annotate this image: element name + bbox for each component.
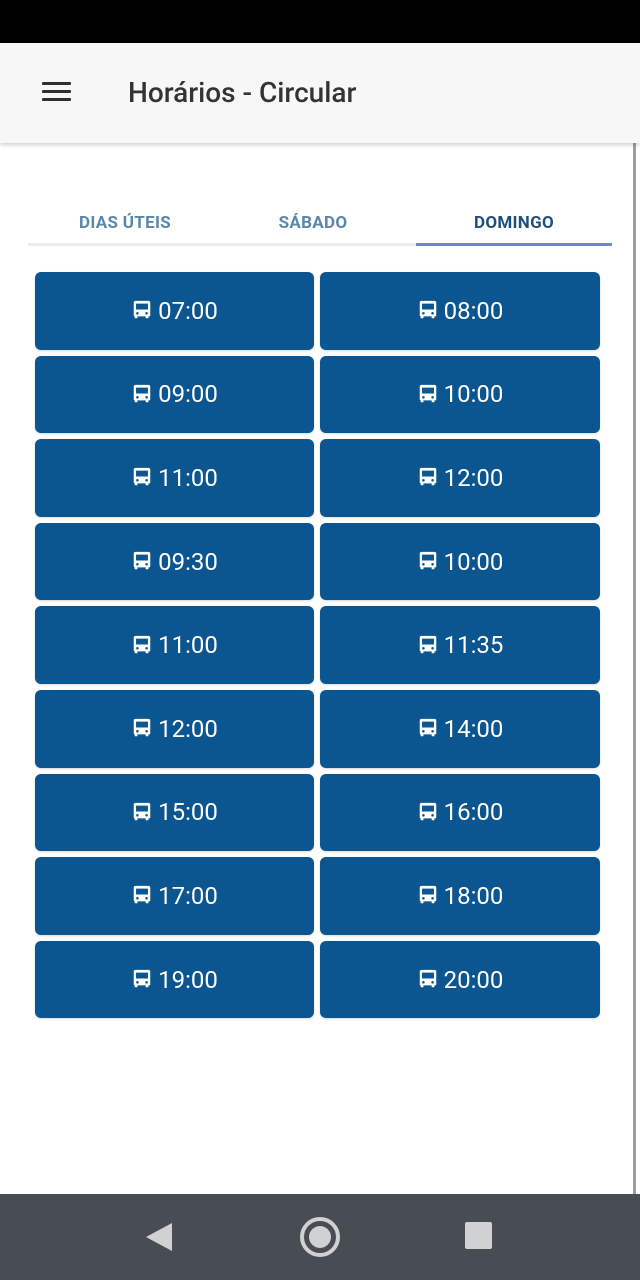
time-label: 09:00 bbox=[158, 380, 218, 409]
tab-domingo[interactable]: DOMINGO bbox=[416, 200, 612, 246]
scroll-edge bbox=[633, 143, 636, 1194]
hamburger-menu-icon[interactable] bbox=[28, 71, 86, 115]
bus-icon bbox=[417, 551, 444, 572]
time-button[interactable]: 16:00 bbox=[320, 773, 600, 852]
home-circle-icon[interactable] bbox=[300, 1217, 340, 1257]
bus-icon bbox=[131, 384, 158, 405]
time-button[interactable]: 17:00 bbox=[35, 857, 314, 935]
time-label: 15:00 bbox=[158, 798, 218, 827]
time-label: 07:00 bbox=[158, 296, 218, 325]
tab-indicator bbox=[416, 243, 612, 246]
time-button[interactable]: 08:00 bbox=[320, 272, 600, 350]
status-bar bbox=[0, 0, 640, 43]
app-bar: Horários - Circular bbox=[0, 43, 640, 143]
bus-icon bbox=[131, 635, 158, 656]
recents-square-icon[interactable] bbox=[465, 1222, 492, 1249]
time-button[interactable]: 09:30 bbox=[35, 522, 314, 601]
system-nav-bar bbox=[0, 1194, 640, 1280]
bus-icon bbox=[417, 718, 444, 739]
bus-icon bbox=[131, 300, 158, 321]
tab-sabado[interactable]: SÁBADO bbox=[216, 200, 410, 246]
time-button[interactable]: 12:00 bbox=[320, 439, 600, 517]
time-label: 18:00 bbox=[443, 881, 504, 910]
time-label: 14:00 bbox=[443, 714, 504, 743]
time-button[interactable]: 07:00 bbox=[35, 272, 314, 350]
time-button[interactable]: 15:00 bbox=[35, 773, 314, 852]
time-label: 11:35 bbox=[443, 631, 504, 660]
time-button[interactable]: 19:00 bbox=[35, 940, 314, 1019]
bus-icon bbox=[417, 384, 444, 405]
time-label: 19:00 bbox=[158, 965, 218, 994]
bus-icon bbox=[131, 551, 158, 572]
time-label: 20:00 bbox=[443, 965, 504, 994]
day-tabs: DIAS ÚTEIS SÁBADO DOMINGO bbox=[28, 200, 612, 246]
bus-icon bbox=[131, 718, 158, 739]
time-button[interactable]: 11:35 bbox=[320, 606, 600, 684]
time-label: 11:00 bbox=[158, 463, 218, 492]
time-button[interactable]: 10:00 bbox=[320, 522, 600, 601]
time-label: 08:00 bbox=[443, 296, 504, 325]
time-button[interactable]: 11:00 bbox=[35, 606, 314, 684]
time-label: 10:00 bbox=[443, 380, 504, 409]
time-button[interactable]: 18:00 bbox=[320, 857, 600, 935]
time-label: 09:30 bbox=[158, 547, 218, 576]
time-label: 10:00 bbox=[443, 547, 504, 576]
time-label: 11:00 bbox=[158, 631, 218, 660]
time-button[interactable]: 20:00 bbox=[320, 940, 600, 1019]
bus-icon bbox=[417, 802, 444, 823]
back-triangle-icon[interactable] bbox=[146, 1223, 172, 1251]
bus-icon bbox=[131, 802, 158, 823]
time-button[interactable]: 10:00 bbox=[320, 355, 600, 434]
bus-icon bbox=[131, 467, 158, 488]
tab-dias-uteis[interactable]: DIAS ÚTEIS bbox=[28, 200, 222, 246]
time-label: 16:00 bbox=[443, 798, 504, 827]
time-button[interactable]: 14:00 bbox=[320, 689, 600, 768]
time-button[interactable]: 09:00 bbox=[35, 355, 314, 434]
time-button[interactable]: 12:00 bbox=[35, 689, 314, 768]
time-label: 12:00 bbox=[443, 463, 504, 492]
bus-icon bbox=[417, 969, 444, 990]
time-label: 17:00 bbox=[158, 881, 218, 910]
bus-icon bbox=[417, 300, 444, 321]
bus-icon bbox=[417, 467, 444, 488]
page-title: Horários - Circular bbox=[128, 76, 357, 109]
time-label: 12:00 bbox=[158, 714, 218, 743]
bus-icon bbox=[417, 635, 444, 656]
bus-icon bbox=[417, 885, 444, 906]
schedule-grid: 07:00 08:00 09:00 10:00 11:00 12:00 09:30 10:00… bbox=[35, 272, 600, 1019]
bus-icon bbox=[131, 969, 158, 990]
bus-icon bbox=[131, 885, 158, 906]
time-button[interactable]: 11:00 bbox=[35, 439, 314, 517]
